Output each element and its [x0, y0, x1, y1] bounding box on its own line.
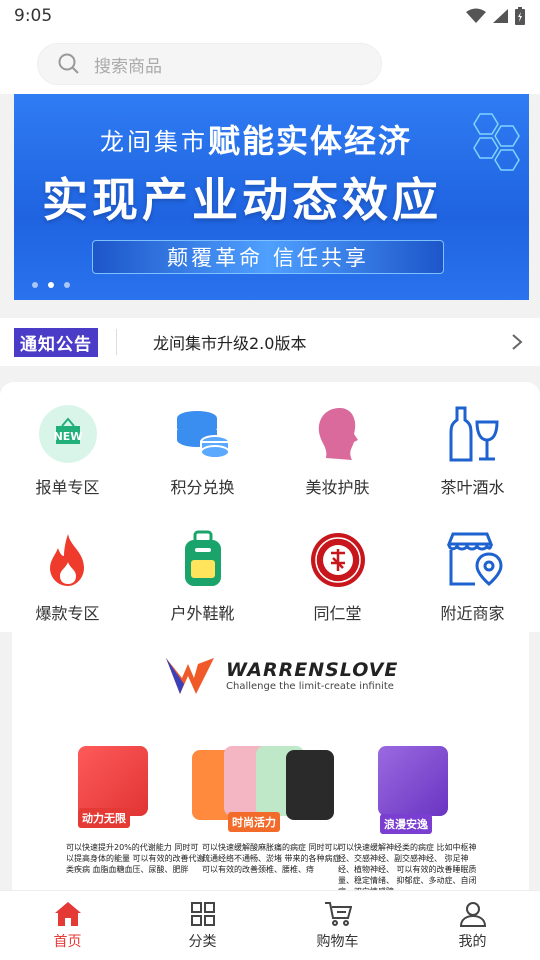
tab-cart[interactable]: 购物车 [270, 891, 405, 960]
backpack-icon [171, 528, 235, 592]
signal-icon [493, 9, 508, 23]
banner-headline: 赋能实体经济 [208, 122, 413, 160]
category-item-beauty[interactable]: 美妆护肤 [270, 402, 405, 498]
coins-icon [171, 402, 235, 466]
home-icon [54, 901, 81, 926]
product-tag: 动力无限 [78, 808, 130, 828]
notice-bar[interactable]: 通知公告 龙间集市升级2.0版本 [0, 318, 540, 366]
product-tag: 时尚活力 [228, 812, 280, 832]
category-label: 户外鞋靴 [170, 604, 235, 623]
tab-label: 购物车 [316, 933, 359, 950]
wifi-icon [466, 8, 486, 23]
tongrentang-seal-icon [306, 528, 370, 592]
store-location-icon [441, 528, 505, 592]
product-band-black [286, 750, 334, 820]
category-grid: NEW 报单专区 积分兑换 美妆护肤 茶叶酒水 爆款专区 户外鞋靴 同仁堂 附近… [0, 382, 540, 632]
search-input[interactable]: 搜索商品 [94, 52, 162, 77]
status-bar: 9:05 [0, 0, 540, 32]
user-icon [459, 901, 486, 927]
hexagon-pattern-decoration [473, 113, 520, 171]
search-area: 搜索商品 [0, 32, 540, 94]
category-item-hot[interactable]: 爆款专区 [0, 528, 135, 624]
notice-text: 龙间集市升级2.0版本 [153, 334, 307, 353]
tab-category[interactable]: 分类 [135, 891, 270, 960]
category-label: 附近商家 [440, 604, 505, 623]
notice-tag: 通知公告 [14, 327, 98, 357]
tab-profile[interactable]: 我的 [405, 891, 540, 960]
svg-text:NEW: NEW [53, 430, 82, 443]
category-label: 爆款专区 [35, 604, 100, 623]
promo-banner[interactable]: 龙间集市 赋能实体经济 实现产业动态效应 颠覆革命 信任共享 [14, 94, 529, 300]
status-time: 9:05 [14, 6, 53, 26]
search-bar[interactable]: 搜索商品 [37, 43, 382, 85]
carousel-dot[interactable] [32, 282, 38, 288]
carousel-dots [32, 282, 70, 288]
cart-icon [324, 901, 352, 926]
product-desc: 可以快速提升20%的代谢能力 同时可以提高身体的能量 可以有效的改善代谢类疾病 … [66, 843, 205, 874]
tab-label: 分类 [188, 933, 217, 950]
product-band-purple [378, 746, 448, 816]
category-label: 同仁堂 [313, 604, 362, 623]
category-label: 积分兑换 [170, 478, 235, 497]
status-icons [466, 7, 526, 25]
battery-icon [515, 7, 525, 25]
tab-home[interactable]: 首页 [0, 891, 135, 960]
tab-label: 首页 [53, 933, 82, 950]
banner-sub-text: 颠覆革命 信任共享 [167, 246, 369, 270]
product-desc: 可以快速缓解酸麻胀痛的病症 同时可以疏通经络不通畅、淤堵 带来的各种病症 可以有… [202, 843, 341, 874]
product-banner[interactable]: WARRENSLOVE Challenge the limit-create i… [12, 632, 529, 890]
category-label: 报单专区 [35, 478, 100, 497]
category-item-report[interactable]: NEW 报单专区 [0, 402, 135, 498]
brand-slogan: Challenge the limit-create infinite [226, 680, 394, 692]
banner-sub-box: 颠覆革命 信任共享 [92, 240, 444, 274]
banner-main-text: 实现产业动态效应 [42, 173, 442, 227]
tab-label: 我的 [458, 933, 487, 950]
category-item-nearby[interactable]: 附近商家 [405, 528, 540, 624]
bottom-tab-bar: 首页 分类 购物车 我的 [0, 890, 540, 960]
category-item-outdoor[interactable]: 户外鞋靴 [135, 528, 270, 624]
carousel-dot-active[interactable] [48, 282, 54, 288]
chevron-right-icon[interactable] [510, 332, 524, 352]
product-band-red [78, 746, 148, 816]
woman-head-icon [306, 402, 370, 466]
new-badge-icon: NEW [36, 402, 100, 466]
brand-name: WARRENSLOVE [226, 658, 399, 681]
brand-logo-icon [166, 658, 214, 694]
product-tag: 浪漫安逸 [380, 814, 432, 834]
carousel-dot[interactable] [64, 282, 70, 288]
product-brand: WARRENSLOVE Challenge the limit-create i… [164, 654, 398, 696]
flame-icon [36, 528, 100, 592]
category-item-tongrentang[interactable]: 同仁堂 [270, 528, 405, 624]
category-label: 美妆护肤 [305, 478, 370, 497]
search-icon [58, 53, 79, 74]
grid-icon [190, 901, 215, 926]
wine-icon [441, 402, 505, 466]
product-desc: 可以快速缓解神经类的病症 比如中枢神经、交感神经、副交感神经、 弥足神经、植物神… [338, 843, 477, 890]
notice-divider [116, 329, 117, 355]
category-label: 茶叶酒水 [440, 478, 505, 497]
banner-brand: 龙间集市 [100, 128, 208, 156]
category-item-points[interactable]: 积分兑换 [135, 402, 270, 498]
category-item-tea-wine[interactable]: 茶叶酒水 [405, 402, 540, 498]
